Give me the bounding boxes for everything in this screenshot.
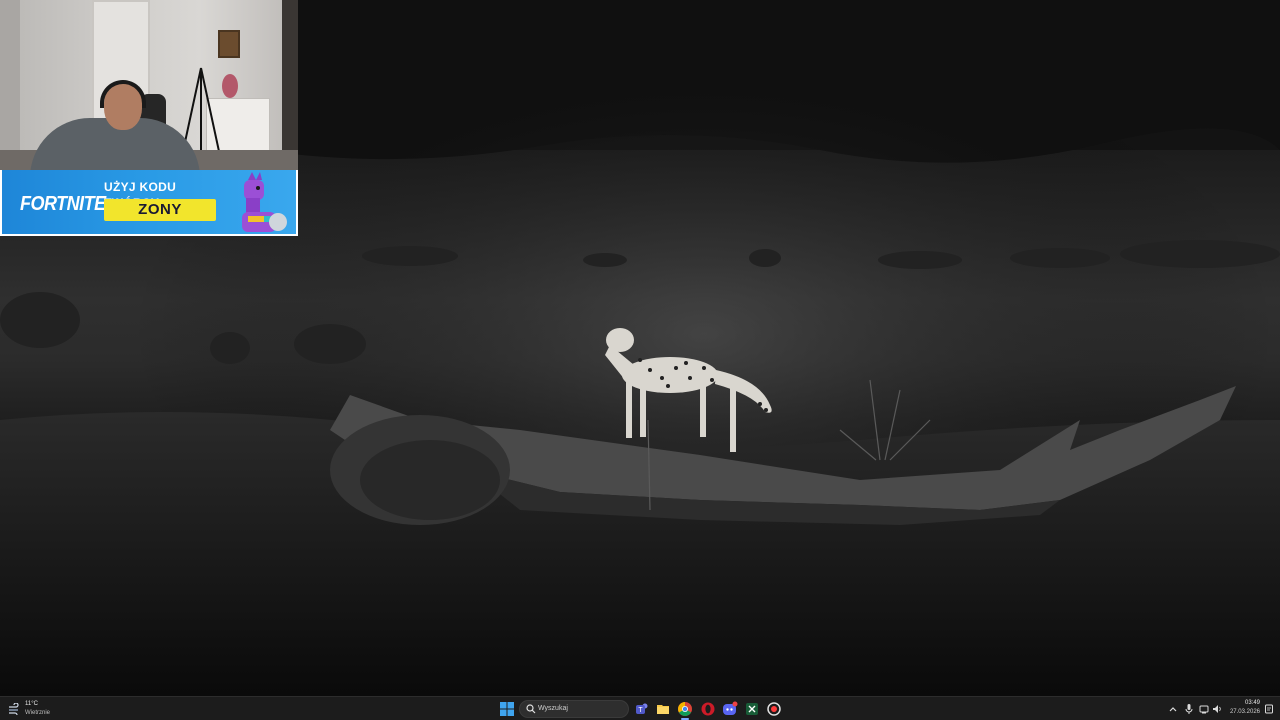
chevron-up-icon[interactable] bbox=[1168, 703, 1178, 715]
file-explorer-icon bbox=[657, 705, 669, 714]
wind-weather-icon bbox=[9, 703, 19, 715]
opera-icon bbox=[701, 702, 715, 716]
webcam-wall bbox=[0, 0, 20, 150]
network-icon[interactable] bbox=[1199, 703, 1209, 715]
llama-icon bbox=[242, 172, 287, 232]
weather-widget[interactable]: 11°C Wietrznie bbox=[8, 699, 68, 719]
taskbar-app-opera[interactable] bbox=[700, 701, 716, 717]
microphone-icon[interactable] bbox=[1184, 703, 1194, 715]
creator-code-title: UŻYJ KODU TWÓRCY bbox=[104, 180, 177, 210]
excel-icon bbox=[746, 703, 758, 715]
search-icon bbox=[526, 704, 536, 714]
taskbar-app-discord[interactable] bbox=[722, 701, 738, 717]
weather-temperature: 11°C bbox=[25, 701, 38, 707]
taskbar-app-teams[interactable]: T bbox=[634, 701, 650, 717]
weather-description: Wietrznie bbox=[25, 710, 51, 716]
teams-icon: T bbox=[636, 703, 648, 714]
svg-text:T: T bbox=[638, 707, 643, 714]
recorder-icon bbox=[767, 702, 781, 716]
webcam-picture-frame bbox=[218, 30, 240, 58]
creator-code-box: ZONY bbox=[104, 199, 216, 221]
clock-date: 27.03.2026 bbox=[1229, 709, 1260, 715]
notifications-icon[interactable] bbox=[1264, 703, 1274, 715]
volume-icon[interactable] bbox=[1212, 703, 1222, 715]
taskbar-app-chrome[interactable] bbox=[677, 701, 693, 720]
taskbar-search[interactable]: Wyszukaj bbox=[519, 700, 629, 718]
start-button[interactable] bbox=[500, 702, 514, 716]
creator-code-banner: FORTNITE UŻYJ KODU TWÓRCY ZONY bbox=[0, 170, 298, 236]
webcam-overlay bbox=[0, 0, 298, 170]
webcam-doorway bbox=[282, 0, 298, 170]
taskbar-app-excel[interactable] bbox=[744, 701, 760, 717]
webcam-flowers bbox=[222, 74, 238, 98]
taskbar-app-file-explorer[interactable] bbox=[655, 701, 671, 717]
taskbar-app-recorder[interactable] bbox=[766, 701, 782, 717]
discord-icon bbox=[723, 701, 738, 715]
chrome-icon bbox=[678, 702, 692, 716]
taskbar: 11°C Wietrznie Wyszukaj T 03:49 27.03.20… bbox=[0, 696, 1280, 720]
creator-code-value: ZONY bbox=[138, 201, 182, 218]
taskbar-clock[interactable]: 03:49 27.03.2026 bbox=[1226, 699, 1260, 719]
search-placeholder: Wyszukaj bbox=[538, 705, 568, 712]
clock-time: 03:49 bbox=[1244, 700, 1260, 706]
fortnite-logo: FORTNITE bbox=[20, 191, 106, 215]
